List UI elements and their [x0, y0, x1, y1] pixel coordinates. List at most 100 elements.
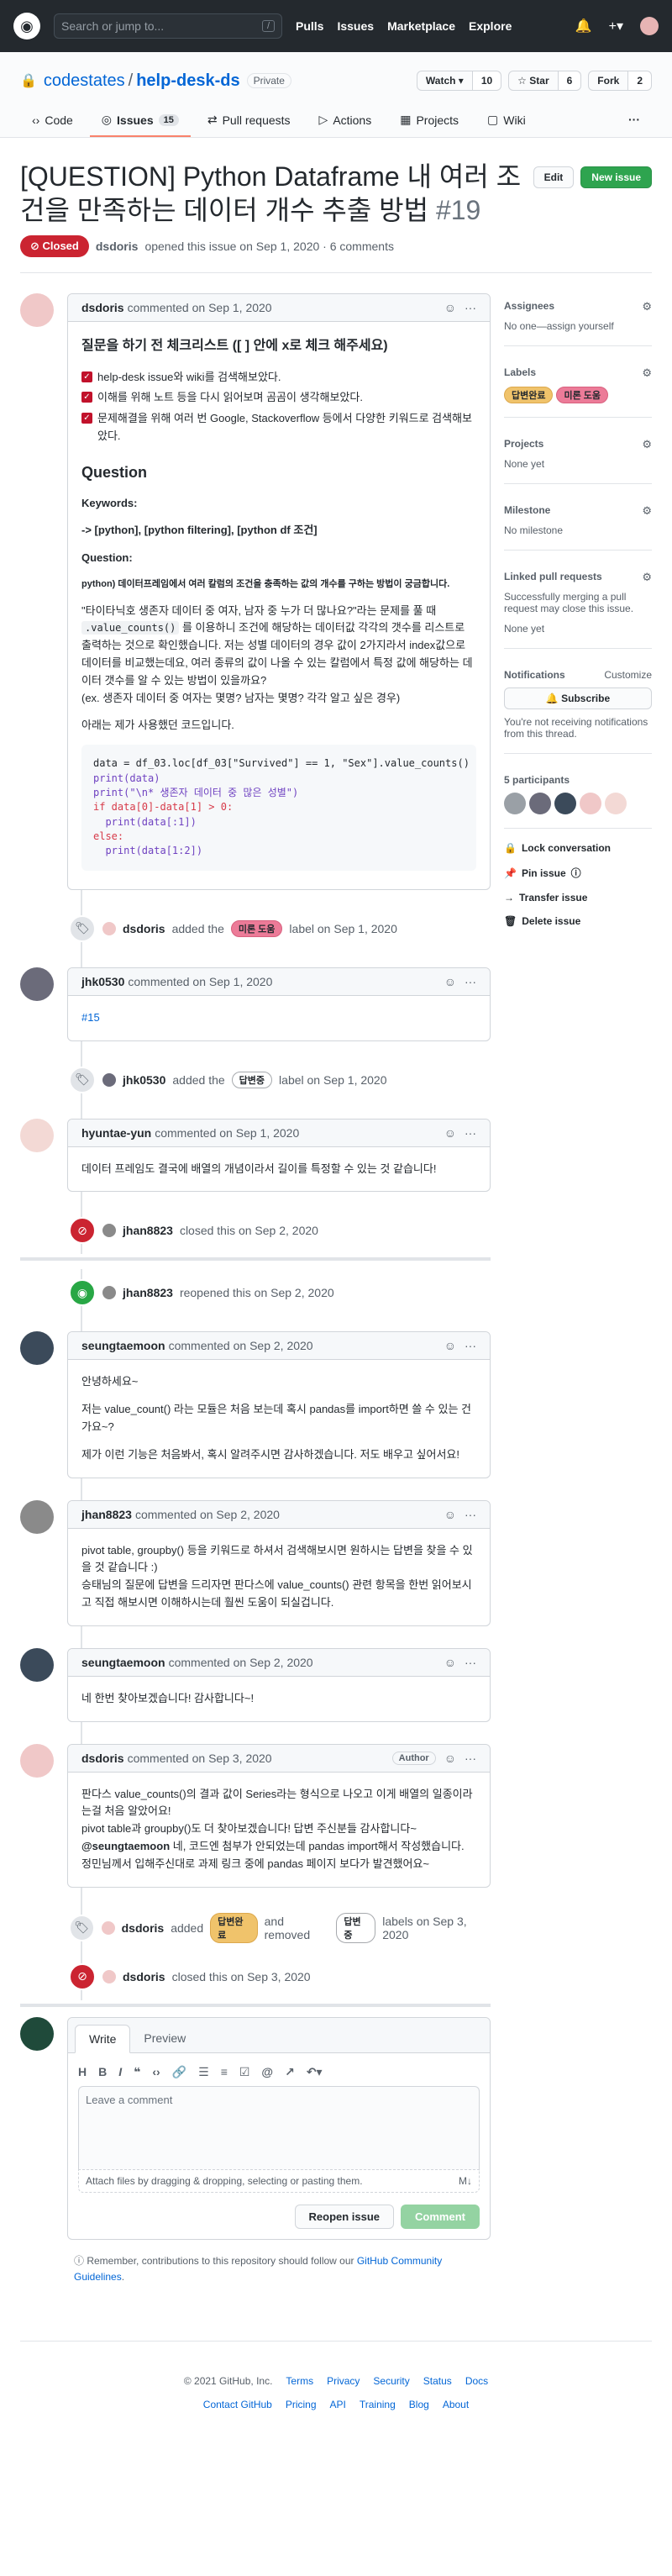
- footer-link[interactable]: Security: [373, 2375, 409, 2387]
- event-actor[interactable]: jhan8823: [123, 1224, 173, 1237]
- nav-issues[interactable]: Issues: [337, 19, 374, 33]
- avatar[interactable]: [554, 793, 576, 814]
- smiley-icon[interactable]: ☺: [444, 301, 456, 314]
- comment-author[interactable]: dsdoris: [81, 1752, 124, 1765]
- footer-link[interactable]: API: [330, 2399, 346, 2410]
- new-issue-button[interactable]: New issue: [580, 166, 652, 188]
- footer-link[interactable]: Privacy: [327, 2375, 360, 2387]
- footer-link[interactable]: Contact GitHub: [203, 2399, 272, 2410]
- comment-author[interactable]: seungtaemoon: [81, 1656, 165, 1669]
- gear-icon[interactable]: ⚙: [642, 504, 652, 518]
- smiley-icon[interactable]: ☺: [444, 1656, 456, 1669]
- lock-conversation-link[interactable]: 🔒 Lock conversation: [504, 842, 652, 854]
- mention-icon[interactable]: @: [261, 2065, 273, 2079]
- nav-pulls[interactable]: Pulls: [296, 19, 323, 33]
- footer-link[interactable]: Docs: [465, 2375, 488, 2387]
- delete-issue-link[interactable]: 🗑 Delete issue: [504, 915, 652, 927]
- event-actor[interactable]: jhk0530: [123, 1073, 165, 1087]
- customize-link[interactable]: Customize: [604, 669, 652, 681]
- label-badge[interactable]: 미론 도움: [556, 387, 609, 403]
- nav-explore[interactable]: Explore: [469, 19, 512, 33]
- event-actor[interactable]: dsdoris: [123, 922, 165, 935]
- italic-icon[interactable]: I: [118, 2065, 122, 2079]
- user-avatar[interactable]: [640, 17, 659, 35]
- github-logo-icon[interactable]: ◉: [13, 13, 40, 40]
- avatar[interactable]: [102, 1072, 116, 1087]
- task-list-icon[interactable]: ☑: [239, 2065, 250, 2079]
- smiley-icon[interactable]: ☺: [444, 1508, 456, 1521]
- comment-author[interactable]: jhk0530: [81, 975, 124, 988]
- star-button[interactable]: ☆ Star 6: [508, 71, 582, 91]
- avatar[interactable]: [102, 1224, 116, 1238]
- avatar[interactable]: [101, 1920, 115, 1935]
- smiley-icon[interactable]: ☺: [444, 1339, 456, 1352]
- attach-files-area[interactable]: Attach files by dragging & dropping, sel…: [78, 2169, 480, 2193]
- numbered-list-icon[interactable]: ≡: [221, 2065, 228, 2079]
- edit-title-button[interactable]: Edit: [533, 166, 575, 188]
- avatar[interactable]: [102, 1969, 116, 1983]
- avatar[interactable]: [20, 1331, 54, 1366]
- pin-issue-link[interactable]: 📌 Pin issue ⓘ: [504, 866, 652, 880]
- bullet-list-icon[interactable]: ☰: [198, 2065, 209, 2079]
- heading-icon[interactable]: H: [78, 2065, 87, 2079]
- quote-icon[interactable]: ❝: [134, 2065, 140, 2079]
- reply-icon[interactable]: ↶▾: [307, 2065, 323, 2079]
- avatar[interactable]: [605, 793, 627, 814]
- bell-icon[interactable]: 🔔: [575, 18, 592, 34]
- event-actor[interactable]: dsdoris: [122, 1921, 165, 1935]
- tab-write[interactable]: Write: [75, 2024, 131, 2053]
- issue-reference-link[interactable]: #15: [81, 1011, 100, 1024]
- kebab-icon[interactable]: ···: [465, 1752, 476, 1765]
- repo-name-link[interactable]: help-desk-ds: [136, 71, 239, 91]
- gear-icon[interactable]: ⚙: [642, 300, 652, 313]
- code-icon[interactable]: ‹›: [152, 2065, 160, 2079]
- footer-link[interactable]: Status: [423, 2375, 452, 2387]
- comment-button[interactable]: Comment: [401, 2204, 480, 2229]
- reference-icon[interactable]: ↗: [285, 2065, 295, 2079]
- smiley-icon[interactable]: ☺: [444, 1752, 456, 1765]
- avatar[interactable]: [20, 293, 54, 327]
- label-badge[interactable]: 답변중: [336, 1912, 376, 1943]
- gear-icon[interactable]: ⚙: [642, 438, 652, 451]
- kebab-icon[interactable]: ···: [465, 301, 476, 314]
- avatar[interactable]: [529, 793, 551, 814]
- footer-link[interactable]: Blog: [409, 2399, 429, 2410]
- avatar[interactable]: [20, 967, 54, 1001]
- tab-preview[interactable]: Preview: [130, 2025, 199, 2052]
- bold-icon[interactable]: B: [98, 2065, 107, 2079]
- avatar[interactable]: [20, 1647, 54, 1682]
- label-badge[interactable]: 답변완료: [504, 387, 554, 403]
- avatar[interactable]: [580, 793, 601, 814]
- transfer-issue-link[interactable]: → Transfer issue: [504, 892, 652, 903]
- avatar[interactable]: [102, 1286, 116, 1300]
- watch-button[interactable]: Watch ▾ 10: [416, 71, 502, 91]
- footer-link[interactable]: Pricing: [286, 2399, 317, 2410]
- avatar[interactable]: [20, 1499, 54, 1534]
- event-actor[interactable]: dsdoris: [123, 1970, 165, 1983]
- label-badge[interactable]: 답변중: [231, 1071, 273, 1088]
- search-input[interactable]: Search or jump to... /: [54, 13, 282, 39]
- tab-projects[interactable]: ▦ Projects: [388, 106, 470, 137]
- footer-link[interactable]: Training: [360, 2399, 396, 2410]
- kebab-icon[interactable]: ···: [465, 975, 476, 988]
- comment-author[interactable]: jhan8823: [81, 1508, 132, 1521]
- kebab-icon[interactable]: ···: [465, 1126, 476, 1140]
- avatar[interactable]: [20, 1118, 54, 1152]
- reopen-issue-button[interactable]: Reopen issue: [294, 2204, 395, 2229]
- avatar[interactable]: [20, 2016, 54, 2051]
- tab-wiki[interactable]: ▢ Wiki: [475, 106, 538, 137]
- tab-code[interactable]: ‹› Code: [20, 106, 85, 137]
- avatar[interactable]: [102, 921, 116, 935]
- smiley-icon[interactable]: ☺: [444, 1126, 456, 1140]
- tab-issues[interactable]: ◎ Issues 15: [89, 106, 191, 137]
- kebab-icon[interactable]: ···: [465, 1656, 476, 1669]
- avatar[interactable]: [20, 1743, 54, 1778]
- footer-link[interactable]: Terms: [286, 2375, 313, 2387]
- kebab-icon[interactable]: ···: [465, 1508, 476, 1521]
- comment-author[interactable]: seungtaemoon: [81, 1339, 165, 1352]
- smiley-icon[interactable]: ☺: [444, 975, 456, 988]
- event-actor[interactable]: jhan8823: [123, 1286, 173, 1299]
- repo-owner-link[interactable]: codestates: [44, 71, 125, 91]
- comment-author[interactable]: dsdoris: [81, 301, 124, 314]
- comment-author[interactable]: hyuntae-yun: [81, 1126, 151, 1140]
